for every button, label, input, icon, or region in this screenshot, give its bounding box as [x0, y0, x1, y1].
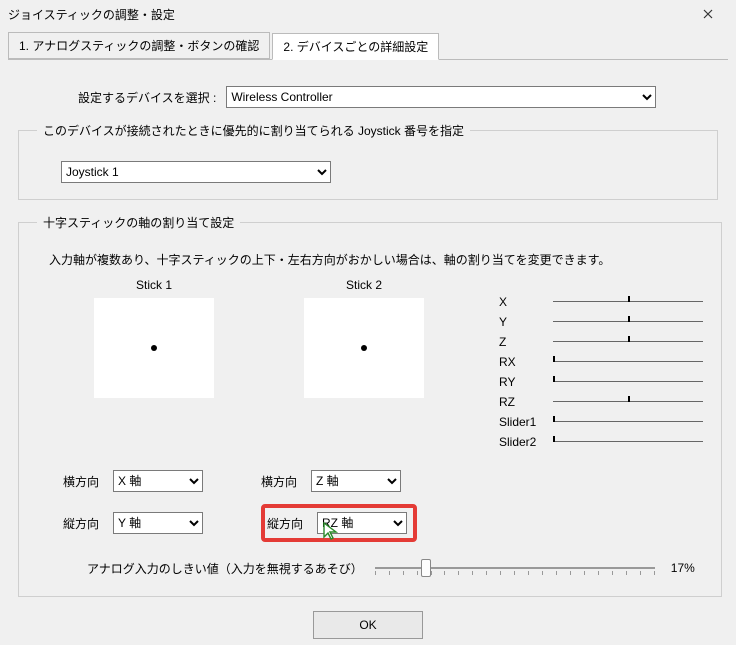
threshold-slider[interactable]: [375, 556, 655, 580]
stick2-horiz-label: 横方向: [261, 473, 311, 490]
stick-axis-selects-row1: 横方向 X 軸 横方向 Z 軸: [41, 470, 703, 492]
axis-row-y: Y: [499, 312, 703, 332]
axis-row-x: X: [499, 292, 703, 312]
stick1-horiz-pair: 横方向 X 軸: [63, 470, 203, 492]
stick1-vert-pair: 縦方向 Y 軸: [63, 512, 203, 534]
axis-desc: 入力軸が複数あり、十字スティックの上下・左右方向がおかしい場合は、軸の割り当てを…: [49, 251, 703, 268]
tab-device-detail[interactable]: 2. デバイスごとの詳細設定: [272, 33, 439, 60]
threshold-track: [375, 567, 655, 569]
stick-axis-selects-row2: 縦方向 Y 軸 縦方向 RZ 軸: [41, 504, 703, 542]
axis-label: RY: [499, 375, 553, 389]
axis-label: Slider1: [499, 415, 553, 429]
stick1-horiz-select[interactable]: X 軸: [113, 470, 203, 492]
device-select-row: 設定するデバイスを選択 : Wireless Controller: [78, 86, 718, 108]
axis-slider: [553, 376, 703, 388]
threshold-label: アナログ入力のしきい値（入力を無視するあそび）: [87, 560, 363, 577]
stick2-preview: [304, 298, 424, 398]
axis-list: XYZ RX RY RZ Slider1 Slider2: [499, 292, 703, 452]
axis-slider: [553, 416, 703, 428]
threshold-thumb[interactable]: [421, 559, 431, 577]
stick1-col: Stick 1: [49, 278, 259, 408]
axis-slider: [553, 316, 703, 328]
axis-row-z: Z: [499, 332, 703, 352]
axis-row-slider1: Slider1: [499, 412, 703, 432]
threshold-row: アナログ入力のしきい値（入力を無視するあそび） 17%: [87, 556, 703, 580]
threshold-value: 17%: [671, 561, 695, 575]
close-icon: [703, 9, 713, 19]
device-select-label: 設定するデバイスを選択 :: [78, 89, 216, 106]
axis-label: RZ: [499, 395, 553, 409]
close-button[interactable]: [688, 0, 728, 28]
axis-row-slider2: Slider2: [499, 432, 703, 452]
axis-assignment-group: 十字スティックの軸の割り当て設定 入力軸が複数あり、十字スティックの上下・左右方…: [18, 214, 722, 597]
window-title: ジョイスティックの調整・設定: [8, 6, 688, 23]
ok-button[interactable]: OK: [313, 611, 423, 639]
stick2-vert-select[interactable]: RZ 軸: [317, 512, 407, 534]
axis-label: Y: [499, 315, 553, 329]
stick2-dot: [361, 345, 367, 351]
joystick-number-group: このデバイスが接続されたときに優先的に割り当てられる Joystick 番号を指…: [18, 122, 718, 200]
axis-slider: [553, 296, 703, 308]
stick2-col: Stick 2: [259, 278, 469, 408]
axis-assignment-legend: 十字スティックの軸の割り当て設定: [37, 214, 240, 231]
axis-row-rx: RX: [499, 352, 703, 372]
joystick-number-select[interactable]: Joystick 1: [61, 161, 331, 183]
axis-slider: [553, 396, 703, 408]
content: 設定するデバイスを選択 : Wireless Controller このデバイス…: [0, 60, 736, 623]
axis-row-ry: RY: [499, 372, 703, 392]
axis-slider: [553, 356, 703, 368]
stick1-horiz-label: 横方向: [63, 473, 113, 490]
axis-label: RX: [499, 355, 553, 369]
axis-row-rz: RZ: [499, 392, 703, 412]
axis-label: X: [499, 295, 553, 309]
threshold-ticks: [375, 571, 655, 575]
stick1-vert-select[interactable]: Y 軸: [113, 512, 203, 534]
stick1-preview: [94, 298, 214, 398]
titlebar: ジョイスティックの調整・設定: [0, 0, 736, 28]
sticks-row: Stick 1 Stick 2 XYZ RX RY RZ Slider1 Slider2: [49, 278, 703, 452]
tab-analog-adjust[interactable]: 1. アナログスティックの調整・ボタンの確認: [8, 32, 270, 59]
axis-slider: [553, 336, 703, 348]
stick1-dot: [151, 345, 157, 351]
tabs: 1. アナログスティックの調整・ボタンの確認 2. デバイスごとの詳細設定: [0, 28, 736, 59]
stick2-label: Stick 2: [259, 278, 469, 292]
stick2-vert-label: 縦方向: [267, 515, 317, 532]
stick2-horiz-select[interactable]: Z 軸: [311, 470, 401, 492]
joystick-number-legend: このデバイスが接続されたときに優先的に割り当てられる Joystick 番号を指…: [37, 122, 470, 139]
axis-label: Slider2: [499, 435, 553, 449]
ok-row: OK: [0, 611, 736, 639]
device-select[interactable]: Wireless Controller: [226, 86, 656, 108]
stick1-label: Stick 1: [49, 278, 259, 292]
stick2-horiz-pair: 横方向 Z 軸: [261, 470, 401, 492]
stick2-vert-pair-highlight: 縦方向 RZ 軸: [261, 504, 417, 542]
axis-slider: [553, 436, 703, 448]
axis-label: Z: [499, 335, 553, 349]
stick1-vert-label: 縦方向: [63, 515, 113, 532]
